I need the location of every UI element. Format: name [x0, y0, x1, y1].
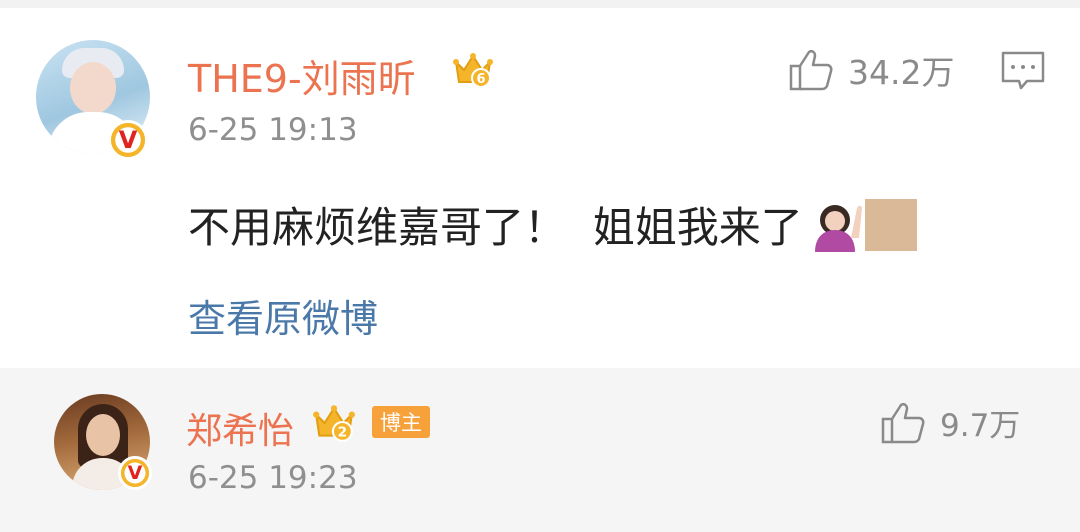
top-divider [0, 0, 1080, 8]
blogger-tag-badge: 博主 [372, 406, 430, 438]
timestamp: 6-25 19:13 [188, 112, 358, 148]
comment-item: V 郑希怡 2 博主 6-25 19:23 9.7万 [0, 368, 1080, 532]
svg-text:6: 6 [476, 72, 485, 87]
username[interactable]: THE9-刘雨昕 [188, 48, 416, 103]
svg-text:2: 2 [338, 425, 347, 441]
skin-tone-modifier-icon [864, 198, 917, 251]
thumbs-up-icon [789, 49, 833, 91]
comment-text: 不用麻烦维嘉哥了！ 姐姐我来了 [188, 194, 917, 255]
like-button[interactable]: 34.2万 [788, 46, 954, 94]
comment-item: V THE9-刘雨昕 6 6-25 19:13 34.2万 不用麻烦维嘉哥了！ … [0, 8, 1080, 368]
like-count: 9.7万 [940, 408, 1021, 444]
verified-badge-icon: V [118, 456, 152, 490]
crown-level-icon: 2 [313, 405, 355, 442]
like-count: 34.2万 [848, 53, 955, 92]
person-raising-hand-emoji-icon [814, 204, 862, 252]
view-original-post-link[interactable]: 查看原微博 [188, 288, 378, 343]
verified-badge-icon: V [108, 120, 148, 160]
thumbs-up-icon [881, 402, 925, 443]
crown-level-icon: 6 [453, 53, 493, 88]
like-button[interactable]: 9.7万 [880, 400, 1020, 445]
reply-comment-icon[interactable] [1000, 48, 1046, 94]
timestamp: 6-25 19:23 [188, 460, 358, 496]
username[interactable]: 郑希怡 [186, 402, 294, 454]
